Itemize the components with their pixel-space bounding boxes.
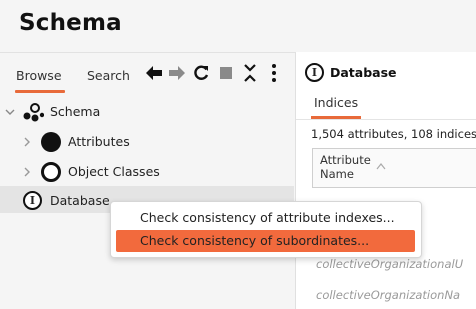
table-header: Attribute Name [312,148,476,188]
tree-item-attributes[interactable]: Attributes [0,129,294,155]
active-tab-indicator [15,90,65,93]
tree-label-database: Database [50,193,110,208]
database-info-icon: I [305,63,324,82]
context-menu: Check consistency of attribute indexes..… [110,201,422,258]
more-vertical-icon[interactable] [265,63,283,83]
tab-indices[interactable]: Indices [314,95,358,110]
menu-item-label: Check consistency of subordinates... [140,233,370,248]
tree-item-schema[interactable]: Schema [0,99,294,125]
back-arrow-icon[interactable] [145,63,163,83]
app-title: Schema [19,10,122,36]
refresh-icon[interactable] [192,63,210,83]
menu-item-check-attribute-indexes[interactable]: Check consistency of attribute indexes..… [116,207,415,229]
tree-label-attributes: Attributes [68,134,130,149]
right-panel: I Database Indices 1,504 attributes, 108… [296,52,476,309]
panel-title: Database [330,65,397,80]
chevron-down-icon[interactable] [5,107,15,117]
tab-search[interactable]: Search [87,68,130,83]
collapse-icon[interactable] [241,63,259,83]
summary-count: 1,504 attributes, 108 indices [311,127,476,141]
schema-icon [22,101,45,123]
table-cell[interactable]: collectiveOrganizationalU [316,257,463,271]
object-class-ring-icon [41,162,61,182]
tree-label-object-classes: Object Classes [68,164,160,179]
forward-arrow-icon[interactable] [168,63,186,83]
database-info-icon: I [23,191,42,210]
tree-item-object-classes[interactable]: Object Classes [0,159,294,185]
chevron-right-icon[interactable] [22,137,32,147]
menu-item-label: Check consistency of attribute indexes..… [140,210,395,225]
app-header: Schema [0,0,476,52]
sort-ascending-icon[interactable] [376,162,386,173]
menu-item-check-subordinates[interactable]: Check consistency of subordinates... [116,230,415,252]
left-panel: Browse Search Schema Attributes Object C… [0,52,296,309]
tab-browse[interactable]: Browse [16,68,62,83]
attribute-dot-icon [41,132,61,152]
tree-label-schema: Schema [50,104,101,119]
stop-icon[interactable] [217,63,235,83]
divider [296,119,476,120]
chevron-right-icon[interactable] [22,167,32,177]
table-cell[interactable]: collectiveOrganizationNa [316,288,460,302]
